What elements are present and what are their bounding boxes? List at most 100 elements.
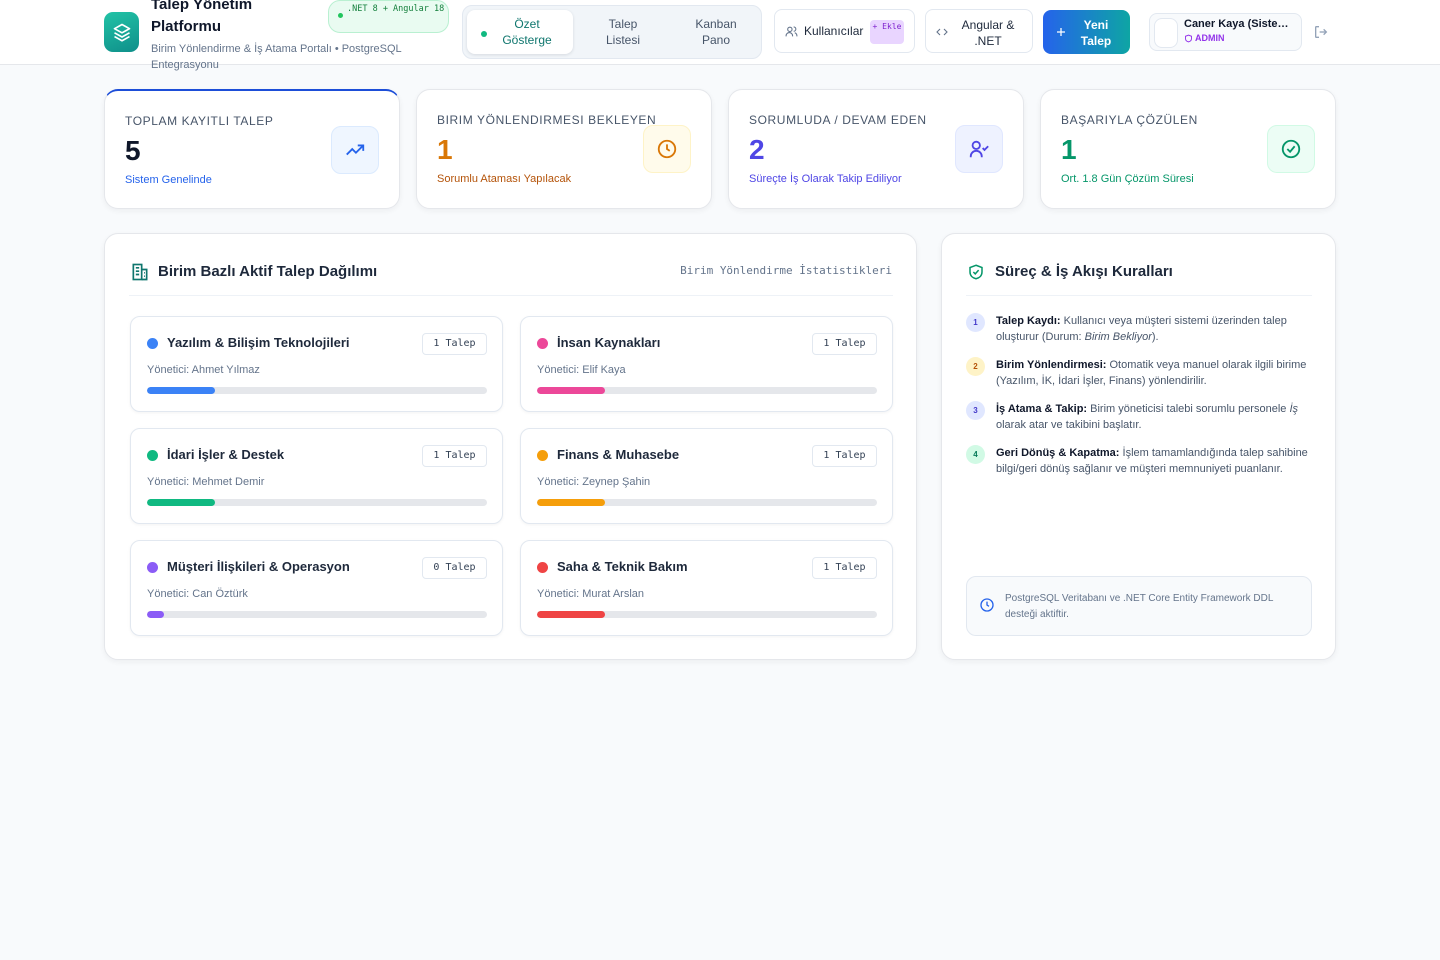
active-dot-icon bbox=[481, 31, 487, 37]
step-number-badge: 4 bbox=[966, 445, 985, 464]
progress-track bbox=[537, 387, 877, 394]
department-manager: Yönetici: Ahmet Yılmaz bbox=[147, 364, 260, 376]
code-icon bbox=[936, 28, 948, 36]
database-info-box: PostgreSQL Veritabanı ve .NET Core Entit… bbox=[966, 576, 1312, 636]
user-name: Caner Kaya (Sistem Yöneticisi) bbox=[1184, 18, 1296, 30]
department-manager: Yönetici: Zeynep Şahin bbox=[537, 476, 651, 488]
department-card[interactable]: Müşteri İlişkileri & Operasyon 0 Talep Yön… bbox=[130, 540, 503, 636]
users-icon bbox=[785, 26, 798, 37]
stat-card-total: TOPLAM KAYITLI TALEP 5 Sistem Genelinde bbox=[104, 89, 400, 209]
user-role-label: ADMIN bbox=[1195, 33, 1225, 43]
rule-heading: Talep Kaydı: bbox=[996, 315, 1061, 327]
request-count-badge: 0 Talep bbox=[422, 557, 487, 579]
department-manager: Yönetici: Mehmet Demir bbox=[147, 476, 265, 488]
tab-talep-listesi[interactable]: Talep Listesi bbox=[583, 10, 663, 54]
department-color-dot-icon bbox=[147, 562, 158, 573]
department-name: Finans & Muhasebe bbox=[557, 447, 680, 462]
stat-card-in-progress: SORUMLUDA / DEVAM EDEN 2 Süreçte İş Olar… bbox=[728, 89, 1024, 209]
stat-foot: Sistem Genelinde bbox=[125, 174, 212, 186]
logout-icon[interactable] bbox=[1313, 24, 1329, 40]
status-dot-icon bbox=[338, 13, 343, 18]
rule-heading: Birim Yönlendirmesi: bbox=[996, 359, 1107, 371]
divider bbox=[129, 295, 893, 296]
stat-card-pending: BIRIM YÖNLENDIRMESI BEKLEYEN 1 Sorumlu A… bbox=[416, 89, 712, 209]
request-count-badge: 1 Talep bbox=[422, 333, 487, 355]
department-manager: Yönetici: Can Öztürk bbox=[147, 588, 248, 600]
request-count-badge: 1 Talep bbox=[812, 333, 877, 355]
request-count-badge: 1 Talep bbox=[812, 557, 877, 579]
angular-net-button[interactable]: Angular & .NET bbox=[925, 9, 1033, 53]
department-card[interactable]: Finans & Muhasebe 1 Talep Yönetici: Zeynep… bbox=[520, 428, 893, 524]
department-manager: Yönetici: Murat Arslan bbox=[537, 588, 644, 600]
rule-text: Birim Yönlendirmesi: Otomatik veya manue… bbox=[996, 357, 1311, 389]
stat-value: 1 bbox=[1061, 134, 1077, 165]
info-text: PostgreSQL Veritabanı ve .NET Core Entit… bbox=[1005, 593, 1274, 620]
request-count-badge: 1 Talep bbox=[812, 445, 877, 467]
rule-text: İş Atama & Takip: Birim yöneticisi taleb… bbox=[996, 401, 1311, 433]
department-manager: Yönetici: Elif Kaya bbox=[537, 364, 626, 376]
progress-track bbox=[537, 499, 877, 506]
trending-up-icon bbox=[331, 126, 379, 174]
department-name: Yazılım & Bilişim Teknolojileri bbox=[167, 335, 350, 350]
app-title: Talep Yönetim Platformu bbox=[151, 0, 253, 35]
tab-label: Özet Gösterge bbox=[502, 17, 552, 47]
stat-card-resolved: BAŞARIYLA ÇÖZÜLEN 1 Ort. 1.8 Gün Çözüm S… bbox=[1040, 89, 1336, 209]
panel-title: Süreç & İş Akışı Kuralları bbox=[995, 263, 1173, 280]
stat-value: 2 bbox=[749, 134, 765, 165]
progress-fill bbox=[147, 499, 215, 506]
plus-icon bbox=[1057, 28, 1065, 36]
tab-kanban-pano[interactable]: Kanban Pano bbox=[673, 10, 759, 54]
stat-foot: Sorumlu Ataması Yapılacak bbox=[437, 173, 572, 185]
rule-text: Geri Dönüş & Kapatma: İşlem tamamlandığı… bbox=[996, 445, 1311, 477]
app-subtitle: Birim Yönlendirme & İş Atama Portalı • P… bbox=[151, 43, 402, 71]
new-request-button[interactable]: Yeni Talep bbox=[1043, 10, 1130, 54]
avatar bbox=[1154, 18, 1178, 48]
panel-title: Birim Bazlı Aktif Talep Dağılımı bbox=[158, 263, 378, 280]
department-color-dot-icon bbox=[147, 450, 158, 461]
step-number-badge: 2 bbox=[966, 357, 985, 376]
stat-value: 5 bbox=[125, 135, 141, 166]
department-name: İnsan Kaynakları bbox=[557, 335, 661, 350]
rule-heading: Geri Dönüş & Kapatma: bbox=[996, 447, 1120, 459]
stat-label: BIRIM YÖNLENDIRMESI BEKLEYEN bbox=[437, 113, 657, 127]
department-distribution-panel: Birim Bazlı Aktif Talep Dağılımı Birim Y… bbox=[104, 233, 917, 660]
new-request-label: Yeni Talep bbox=[1080, 18, 1112, 48]
rule-emphasis: Birim Bekliyor bbox=[1084, 331, 1152, 343]
clock-icon bbox=[643, 125, 691, 173]
department-name: Müşteri İlişkileri & Operasyon bbox=[167, 559, 350, 574]
department-card[interactable]: Saha & Teknik Bakım 1 Talep Yönetici: Mura… bbox=[520, 540, 893, 636]
clock-icon bbox=[980, 598, 994, 612]
stat-foot: Süreçte İş Olarak Takip Ediliyor bbox=[749, 173, 902, 185]
tech-stack-badge: .NET 8 + Angular 18 bbox=[328, 0, 449, 33]
users-button[interactable]: Kullanıcılar + Ekle bbox=[774, 9, 915, 53]
department-name: Saha & Teknik Bakım bbox=[557, 559, 688, 574]
progress-track bbox=[537, 611, 877, 618]
step-number-badge: 3 bbox=[966, 401, 985, 420]
stat-label: TOPLAM KAYITLI TALEP bbox=[125, 114, 274, 128]
request-count-badge: 1 Talep bbox=[422, 445, 487, 467]
department-card[interactable]: İnsan Kaynakları 1 Talep Yönetici: Elif Ka… bbox=[520, 316, 893, 412]
progress-track bbox=[147, 499, 487, 506]
user-profile[interactable]: Caner Kaya (Sistem Yöneticisi) ADMIN bbox=[1149, 13, 1302, 51]
rule-text: Talep Kaydı: Kullanıcı veya müşteri sist… bbox=[996, 313, 1311, 345]
layers-logo-icon bbox=[104, 12, 139, 52]
shield-check-icon bbox=[969, 264, 983, 280]
divider bbox=[966, 295, 1312, 296]
stat-foot: Ort. 1.8 Gün Çözüm Süresi bbox=[1061, 173, 1194, 185]
rule-body: Birim yöneticisi talebi sorumlu personel… bbox=[1087, 403, 1290, 415]
tab-label: Talep Listesi bbox=[605, 17, 640, 47]
rule-heading: İş Atama & Takip: bbox=[996, 403, 1088, 415]
department-card[interactable]: Yazılım & Bilişim Teknolojileri 1 Talep Yö… bbox=[130, 316, 503, 412]
progress-fill bbox=[147, 387, 215, 394]
tab-ozet-gosterge[interactable]: Özet Gösterge bbox=[467, 10, 573, 54]
rule-tail: olarak atar ve takibini başlatır. bbox=[996, 419, 1142, 431]
stat-label: SORUMLUDA / DEVAM EDEN bbox=[749, 113, 927, 127]
users-add-pill[interactable]: + Ekle bbox=[870, 20, 904, 44]
progress-track bbox=[147, 387, 487, 394]
progress-fill bbox=[147, 611, 164, 618]
department-card[interactable]: İdari İşler & Destek 1 Talep Yönetici: Meh… bbox=[130, 428, 503, 524]
progress-fill bbox=[537, 611, 605, 618]
stat-value: 1 bbox=[437, 134, 453, 165]
department-color-dot-icon bbox=[537, 338, 548, 349]
tab-label: Kanban Pano bbox=[695, 17, 737, 47]
